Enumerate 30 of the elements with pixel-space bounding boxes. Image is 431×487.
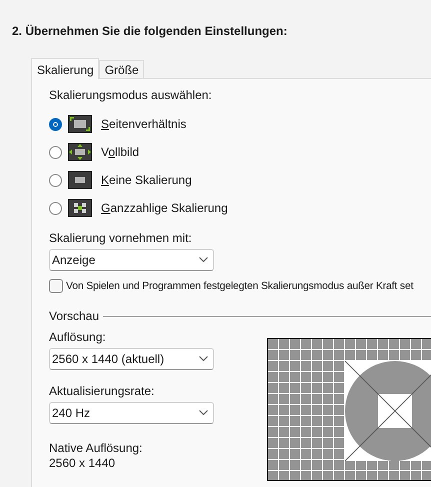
dropdown[interactable]: 240 Hz xyxy=(49,402,214,424)
checkbox-label[interactable]: Von Spielen und Programmen festgelegten Skalierungsmodus außer Kraft set xyxy=(66,280,414,292)
tab[interactable]: Größe xyxy=(98,60,144,78)
section-heading: 2. Übernehmen Sie die folgenden Einstellungen: xyxy=(12,24,288,40)
radio-button[interactable] xyxy=(49,174,62,186)
option-label[interactable]: Seitenverhältnis xyxy=(101,117,186,131)
field-label: Aktualisierungsrate: xyxy=(49,384,156,399)
field-value: 2560 x 1440 xyxy=(49,456,116,471)
radio-button[interactable] xyxy=(49,202,62,214)
caret-icon xyxy=(199,410,208,416)
caret-icon xyxy=(199,257,208,263)
checkbox[interactable] xyxy=(49,279,63,293)
screen-icon xyxy=(68,171,92,189)
field-label: Skalierung vornehmen mit: xyxy=(49,231,193,246)
caret-icon xyxy=(199,356,208,362)
field-label: Skalierungsmodus auswählen: xyxy=(49,88,213,103)
field-label: Native Auflösung: xyxy=(49,441,144,456)
dropdown[interactable]: Anzeige xyxy=(49,249,214,271)
scale-full-icon xyxy=(68,143,92,161)
option-label[interactable]: Keine Skalierung xyxy=(101,173,192,187)
option-label[interactable]: Vollbild xyxy=(101,145,140,159)
scale-aspect-icon xyxy=(68,115,92,133)
dropdown[interactable]: 2560 x 1440 (aktuell) xyxy=(49,348,214,370)
pixel-grid-icon xyxy=(68,199,92,217)
field-label: Auflösung: xyxy=(49,330,107,345)
radio-button[interactable] xyxy=(49,118,62,130)
option-label[interactable]: Ganzzahlige Skalierung xyxy=(101,201,228,215)
tab[interactable]: Skalierung xyxy=(31,58,99,79)
group-title: Vorschau xyxy=(49,309,100,324)
radio-button[interactable] xyxy=(49,146,62,158)
